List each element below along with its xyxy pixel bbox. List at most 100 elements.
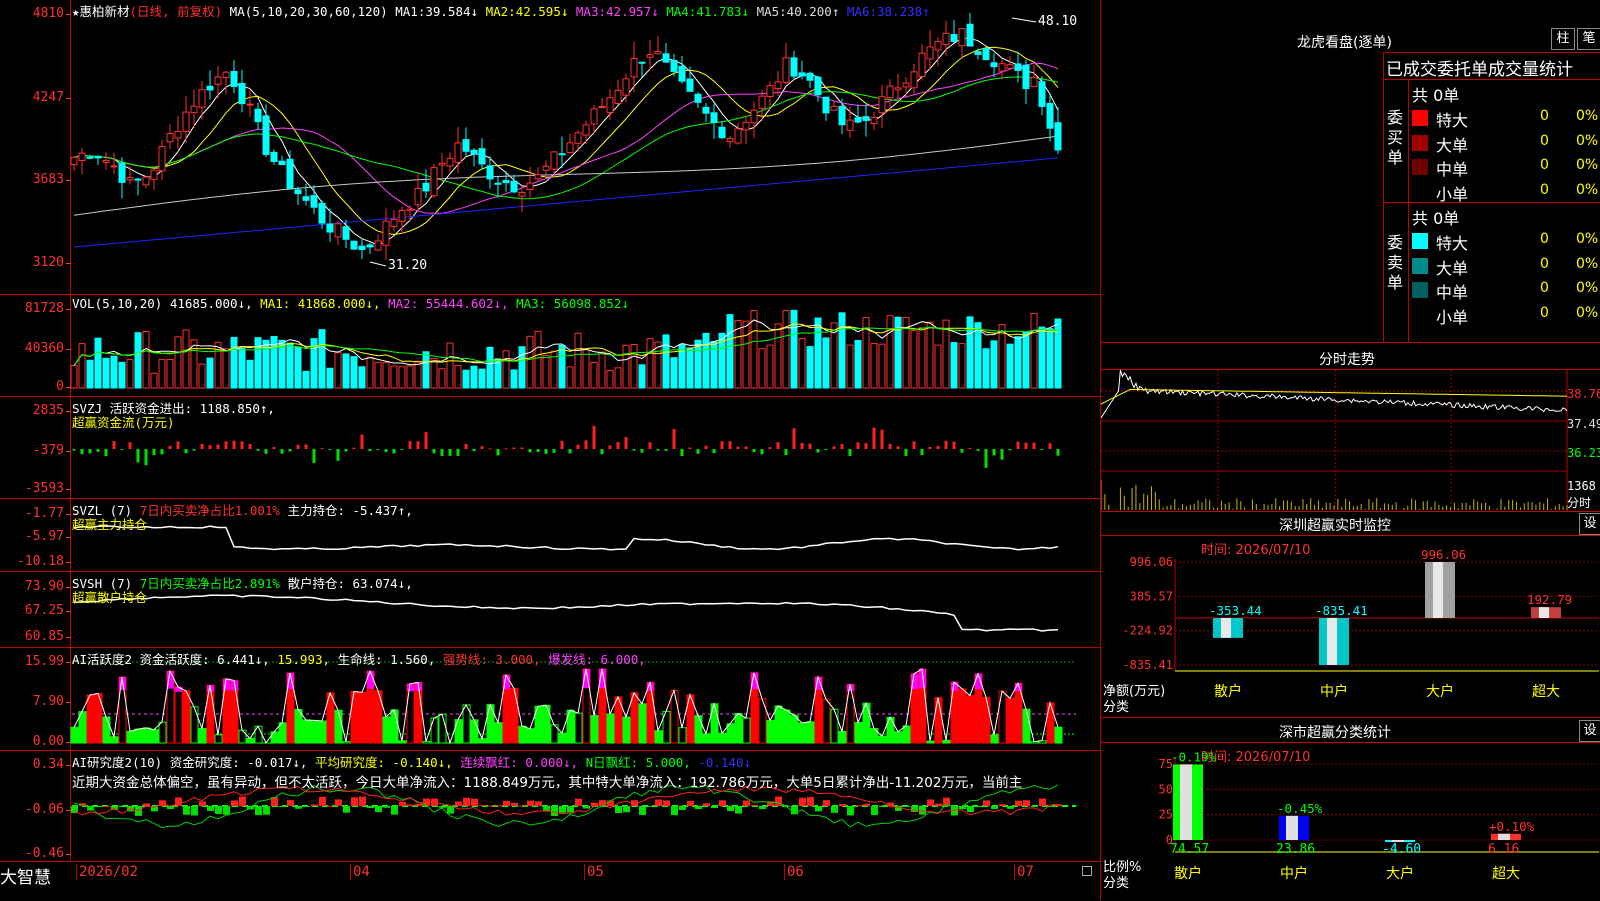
sell-pct: 0% xyxy=(1576,305,1598,321)
volume-bar xyxy=(647,339,653,388)
volume-bar xyxy=(135,333,141,388)
volume-panel[interactable]: 81728 40360 0 VOL(5,10,20) 41685.000↓, M… xyxy=(0,295,1100,397)
date-tick: 2026/02 xyxy=(76,864,138,880)
net-amount-bar-chart[interactable]: 996.06385.57-224.92-835.41-353.44散户-835.… xyxy=(1101,511,1600,717)
research-bar xyxy=(335,799,342,806)
volume-bar xyxy=(175,337,181,388)
ratio-bar-chart[interactable]: 7550250-0.19%74.57散户-0.45%23.86中户-4.60大户… xyxy=(1101,718,1600,900)
flow-bar xyxy=(401,449,404,450)
candle-body xyxy=(735,129,741,143)
volume-bar xyxy=(375,362,381,388)
research-bar xyxy=(1023,800,1030,806)
candle-body xyxy=(111,166,117,167)
sz-class-panel[interactable]: 深市超赢分类统计 设 时间: 2026/07/10 7550250-0.19%7… xyxy=(1101,718,1600,900)
ai-research-panel[interactable]: 0.34 -0.06 -0.46 AI研究度2(10) 资金研究度: -0.01… xyxy=(0,751,1100,861)
research-bar xyxy=(143,803,150,806)
kline-chart-area[interactable]: 4810 4247 3683 3120 ★惠柏新材(日线, 前复权) MA(5,… xyxy=(0,0,1100,900)
candle-body xyxy=(871,117,877,123)
flow-bar xyxy=(865,443,868,449)
activity-bar xyxy=(559,733,566,743)
candle-body xyxy=(695,94,701,102)
svzj-panel[interactable]: 2835 -379 -3593 SVZJ 活跃资金进出: 1188.850↑, … xyxy=(0,397,1100,499)
activity-bar xyxy=(735,713,742,743)
volume-bar xyxy=(599,352,605,388)
ai-research-d: N日飘红: 5.000, xyxy=(586,755,691,770)
activity-burst xyxy=(367,671,374,688)
candle-body xyxy=(535,175,541,179)
candle-body xyxy=(503,181,509,183)
volume-bar xyxy=(439,369,445,388)
category-label: 超大 xyxy=(1492,866,1520,882)
intraday-price-line xyxy=(1101,370,1567,418)
flow-bar xyxy=(625,437,628,449)
activity-bar xyxy=(479,739,486,743)
research-bar xyxy=(647,806,654,807)
activity-bar xyxy=(143,728,150,743)
research-bar xyxy=(511,803,518,806)
activity-bar xyxy=(471,720,478,743)
volume-bar xyxy=(815,318,821,388)
volume-bar xyxy=(503,351,509,388)
buy-pct: 0% xyxy=(1576,182,1598,198)
flow-bar xyxy=(913,441,916,449)
volume-bar xyxy=(367,357,373,388)
research-bar xyxy=(471,799,478,806)
svzl-title: 超赢主力持仓 xyxy=(72,514,147,533)
y-tick-label: 385.57 xyxy=(1130,589,1173,603)
volume-bar xyxy=(247,360,253,388)
price-panel[interactable]: 4810 4247 3683 3120 ★惠柏新材(日线, 前复权) MA(5,… xyxy=(0,0,1100,295)
candle-body xyxy=(1015,64,1021,71)
candlestick-chart[interactable] xyxy=(0,0,1100,294)
candle-body xyxy=(407,209,413,210)
buy-side-label-box: 委买单 xyxy=(1384,80,1409,202)
date-axis[interactable]: 大智慧 2026/02 04 05 06 07 xyxy=(0,861,1100,901)
stock-name[interactable]: ★惠柏新材 xyxy=(72,4,130,19)
activity-bar xyxy=(1047,703,1054,743)
flow-bar xyxy=(801,443,804,449)
research-bar xyxy=(255,806,262,815)
candle-body xyxy=(271,152,277,161)
candle-body xyxy=(599,107,605,108)
volume-bar xyxy=(975,323,981,388)
ai-active-panel[interactable]: 15.99 7.90 0.00 AI活跃度2 资金活跃度: 6.441↓, 15… xyxy=(0,648,1100,751)
svsh-ratio: 7日内买卖净占比2.891% xyxy=(140,576,280,591)
flow-bar xyxy=(481,446,484,449)
activity-bar xyxy=(575,713,582,743)
candle-body xyxy=(199,90,205,108)
flow-bar xyxy=(657,449,660,451)
candle-body xyxy=(783,58,789,82)
chart-mode[interactable]: (日线, 前复权) xyxy=(130,4,223,19)
activity-bar xyxy=(295,709,302,743)
candle-body xyxy=(919,53,925,76)
flow-bar xyxy=(393,449,396,453)
research-bar xyxy=(1007,806,1014,809)
sell-pct: 0% xyxy=(1576,256,1598,272)
volume-bar xyxy=(87,360,93,388)
volume-bar xyxy=(999,325,1005,388)
candle-body xyxy=(887,86,893,98)
intraday-chart[interactable] xyxy=(1101,343,1600,511)
candle-body xyxy=(455,143,461,162)
svzl-panel[interactable]: -1.77 -5.97 -10.18 SVZL (7) 7日内买卖净占比1.00… xyxy=(0,499,1100,572)
volume-bar xyxy=(1007,344,1013,388)
intraday-tick: 36.23 xyxy=(1567,446,1600,460)
ai-active-a: AI活跃度2 资金活跃度: 6.441↓, xyxy=(72,652,270,667)
ai-research-b: 平均研究度: -0.140↓, xyxy=(315,755,453,770)
sz-monitor-panel[interactable]: 深圳超赢实时监控 设 时间: 2026/07/10 996.06385.57-2… xyxy=(1101,511,1600,718)
tick-mode-button[interactable]: 笔 xyxy=(1577,28,1600,50)
volume-bar xyxy=(735,320,741,388)
flow-bar xyxy=(241,441,244,449)
bar-mode-button[interactable]: 柱 xyxy=(1551,28,1575,50)
volume-bar xyxy=(423,352,429,388)
y-tick-label: 50 xyxy=(1159,782,1173,796)
ma2-value: 42.595↓ xyxy=(516,4,569,19)
flow-bar xyxy=(153,449,156,455)
candle-body xyxy=(943,33,949,44)
research-bar xyxy=(391,806,398,815)
activity-bar xyxy=(951,682,958,743)
lock-icon[interactable] xyxy=(1082,866,1092,876)
intraday-panel[interactable]: 分时走势 38.76 37.49 36.23 1368 分时 xyxy=(1101,342,1600,512)
volume-bar xyxy=(983,349,989,388)
flow-bar xyxy=(825,449,828,450)
svsh-panel[interactable]: 73.90 67.25 60.85 SVSH (7) 7日内买卖净占比2.891… xyxy=(0,572,1100,648)
